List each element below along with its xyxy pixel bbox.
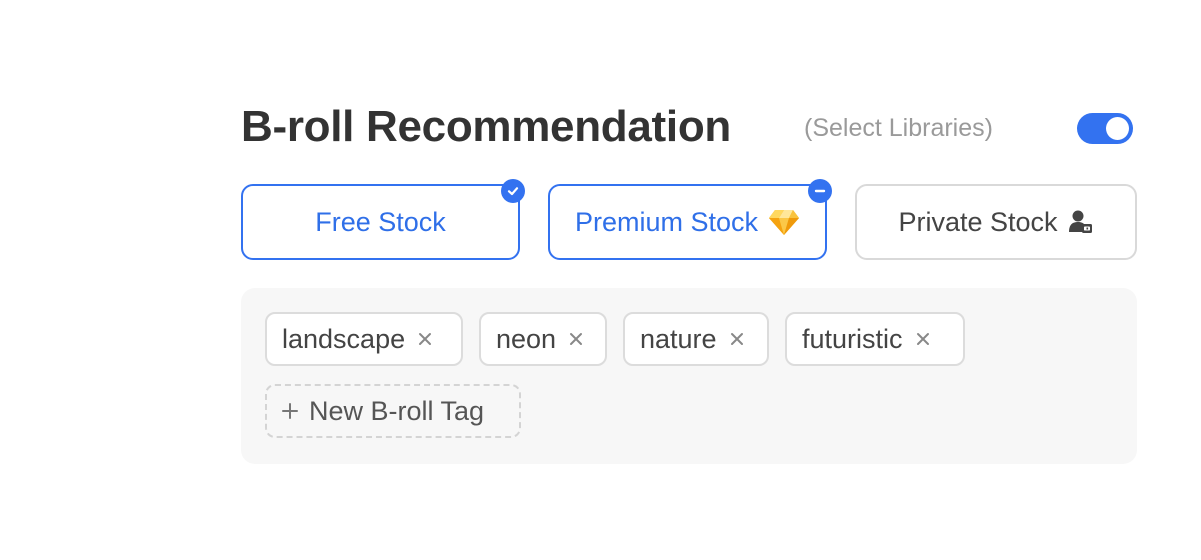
tag-label: landscape bbox=[282, 323, 406, 354]
panel-title: B-roll Recommendation bbox=[241, 102, 731, 151]
panel-header: B-roll Recommendation (Select Libraries) bbox=[241, 100, 1137, 160]
premium-stock-button[interactable]: Premium Stock bbox=[548, 179, 832, 260]
tag-label: futuristic bbox=[802, 323, 903, 354]
panel-subtitle: (Select Libraries) bbox=[804, 114, 993, 142]
premium-stock-label: Premium Stock bbox=[574, 206, 759, 237]
toggle-knob bbox=[1106, 117, 1129, 140]
tag-futuristic: futuristic bbox=[785, 312, 965, 366]
broll-tags-area: landscape neon nature futuristic New B-r… bbox=[241, 288, 1137, 464]
plus-icon bbox=[281, 402, 299, 420]
private-stock-button[interactable]: Private Stock bbox=[855, 184, 1137, 260]
free-stock-button[interactable]: Free Stock bbox=[241, 179, 525, 260]
free-stock-label: Free Stock bbox=[315, 206, 446, 237]
diamond-icon bbox=[768, 208, 800, 236]
new-tag-label: New B-roll Tag bbox=[309, 395, 485, 426]
tag-neon: neon bbox=[479, 312, 607, 366]
close-icon[interactable] bbox=[915, 331, 931, 347]
library-sources: Free Stock Premium Stock Private Stock bbox=[241, 179, 1137, 264]
tag-label: nature bbox=[640, 323, 717, 354]
broll-recommendation-panel: B-roll Recommendation (Select Libraries)… bbox=[241, 100, 1137, 464]
close-icon[interactable] bbox=[417, 331, 433, 347]
check-icon bbox=[501, 179, 525, 203]
tag-landscape: landscape bbox=[265, 312, 463, 366]
close-icon[interactable] bbox=[568, 331, 584, 347]
minus-icon bbox=[808, 179, 832, 203]
new-broll-tag-button[interactable]: New B-roll Tag bbox=[265, 384, 521, 438]
tag-nature: nature bbox=[623, 312, 769, 366]
broll-toggle[interactable] bbox=[1077, 113, 1133, 144]
close-icon[interactable] bbox=[729, 331, 745, 347]
private-stock-label: Private Stock bbox=[898, 206, 1058, 237]
tag-label: neon bbox=[496, 323, 557, 354]
private-user-icon bbox=[1068, 209, 1094, 235]
